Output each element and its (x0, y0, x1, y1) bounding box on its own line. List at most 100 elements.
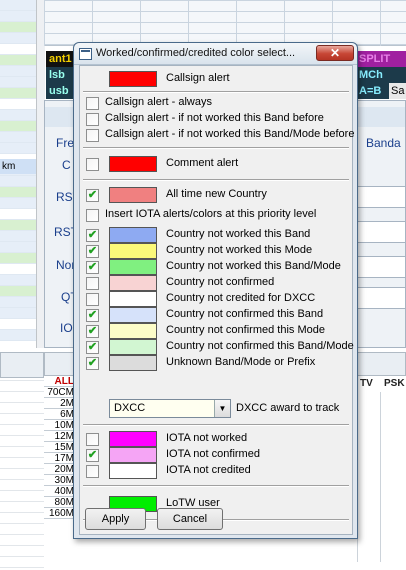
checkbox[interactable] (86, 129, 99, 142)
option-label: IOTA not worked (166, 432, 248, 444)
apply-button[interactable]: Apply (85, 508, 146, 530)
option-country-not-confirmed-mode: ✔ Country not confirmed this Mode (80, 323, 352, 339)
option-country-not-credited-dxcc: Country not credited for DXCC (80, 291, 352, 307)
color-swatch[interactable] (109, 355, 157, 371)
band-6m[interactable]: 6M (44, 409, 76, 420)
option-label: Callsign alert (166, 72, 230, 84)
color-swatch[interactable] (109, 431, 157, 447)
checkbox[interactable] (86, 113, 99, 126)
color-swatch[interactable] (109, 71, 157, 87)
checkbox[interactable]: ✔ (86, 341, 99, 354)
background-sa-button[interactable]: Sa (389, 83, 406, 99)
option-callsign-alert-band[interactable]: Callsign alert - if not worked this Band… (80, 111, 352, 127)
checkbox[interactable]: ✔ (86, 261, 99, 274)
background-lsb-label: lsb (46, 67, 74, 83)
band-80m[interactable]: 80M (44, 497, 76, 508)
separator (83, 485, 349, 487)
checkbox[interactable] (86, 209, 99, 222)
band-70cm[interactable]: 70CM (44, 387, 76, 398)
band-10m[interactable]: 10M (44, 420, 76, 431)
checkbox[interactable] (86, 433, 99, 446)
option-insert-iota[interactable]: Insert IOTA alerts/colors at this priori… (80, 207, 352, 223)
checkbox[interactable] (86, 293, 99, 306)
band-17m[interactable]: 17M (44, 453, 76, 464)
checkbox[interactable]: ✔ (86, 357, 99, 370)
option-comment-alert: Comment alert (80, 156, 352, 172)
band-160m[interactable]: 160M (44, 508, 76, 519)
checkbox[interactable] (86, 277, 99, 290)
checkbox[interactable]: ✔ (86, 245, 99, 258)
checkbox[interactable]: ✔ (86, 229, 99, 242)
option-label: Country not worked this Mode (166, 244, 313, 256)
background-split-button[interactable]: SPLIT (355, 51, 406, 67)
option-label: Country not credited for DXCC (166, 292, 316, 304)
color-swatch[interactable] (109, 323, 157, 339)
background-ab-button[interactable]: A=B (355, 83, 389, 99)
background-field-3[interactable] (355, 256, 406, 278)
background-label-iota: IO (60, 321, 73, 335)
color-swatch[interactable] (109, 275, 157, 291)
separator (83, 147, 349, 149)
background-field-2[interactable] (355, 221, 406, 243)
background-col-tv: TV (360, 378, 373, 389)
option-callsign-alert: Callsign alert (80, 71, 352, 87)
band-30m[interactable]: 30M (44, 475, 76, 486)
color-swatch[interactable] (109, 227, 157, 243)
option-label: Country not confirmed this Mode (166, 324, 325, 336)
award-select-label: DXCC award to track (236, 402, 340, 414)
background-band-column: ALL 70CM 2M 6M 10M 12M 15M 17M 20M 30M 4… (44, 376, 76, 570)
background-col-psk: PSK (384, 378, 405, 389)
chevron-down-icon[interactable]: ▼ (214, 400, 230, 417)
color-swatch[interactable] (109, 259, 157, 275)
checkbox[interactable] (86, 97, 99, 110)
checkbox[interactable]: ✔ (86, 309, 99, 322)
option-country-not-worked-band-mode: ✔ Country not worked this Band/Mode (80, 259, 352, 275)
option-label: Callsign alert - always (105, 96, 212, 108)
checkbox[interactable] (86, 465, 99, 478)
color-swatch[interactable] (109, 187, 157, 203)
option-country-not-confirmed: Country not confirmed (80, 275, 352, 291)
option-label: Country not confirmed this Band (166, 308, 324, 320)
color-select-dialog: Worked/confirmed/credited color select..… (73, 42, 358, 539)
option-country-not-worked-mode: ✔ Country not worked this Mode (80, 243, 352, 259)
band-all[interactable]: ALL (44, 376, 76, 387)
background-mch-button[interactable]: MCh (355, 67, 406, 83)
option-callsign-alert-always[interactable]: Callsign alert - always (80, 95, 352, 111)
checkbox[interactable] (86, 158, 99, 171)
band-40m[interactable]: 40M (44, 486, 76, 497)
close-button[interactable]: ✕ (316, 45, 354, 61)
color-swatch[interactable] (109, 339, 157, 355)
background-top-grid (44, 0, 406, 46)
option-country-not-confirmed-band-mode: ✔ Country not confirmed this Band/Mode (80, 339, 354, 355)
color-swatch[interactable] (109, 291, 157, 307)
background-field-1[interactable] (355, 186, 406, 208)
option-iota-not-confirmed: ✔ IOTA not confirmed (80, 447, 352, 463)
dialog-titlebar[interactable]: Worked/confirmed/credited color select..… (74, 43, 357, 65)
band-2m[interactable]: 2M (44, 398, 76, 409)
option-callsign-alert-band-mode[interactable]: Callsign alert - if not worked this Band… (80, 127, 354, 143)
award-select[interactable]: DXCC ▼ (109, 399, 231, 418)
checkbox[interactable]: ✔ (86, 449, 99, 462)
separator (83, 91, 349, 93)
background-lower-list (0, 380, 44, 570)
band-15m[interactable]: 15M (44, 442, 76, 453)
color-swatch[interactable] (109, 307, 157, 323)
option-label: Insert IOTA alerts/colors at this priori… (105, 208, 317, 220)
option-label: Country not confirmed this Band/Mode (166, 340, 354, 352)
option-label: Country not confirmed (166, 276, 275, 288)
color-swatch[interactable] (109, 156, 157, 172)
band-12m[interactable]: 12M (44, 431, 76, 442)
background-col-divider (380, 392, 381, 562)
color-swatch[interactable] (109, 463, 157, 479)
background-field-4[interactable] (355, 287, 406, 309)
color-swatch[interactable] (109, 243, 157, 259)
option-iota-not-worked: IOTA not worked (80, 431, 352, 447)
color-swatch[interactable] (109, 447, 157, 463)
band-20m[interactable]: 20M (44, 464, 76, 475)
cancel-button[interactable]: Cancel (157, 508, 223, 530)
option-label: IOTA not confirmed (166, 448, 260, 460)
option-iota-not-credited: IOTA not credited (80, 463, 352, 479)
checkbox[interactable]: ✔ (86, 189, 99, 202)
background-usb-label: usb (46, 83, 74, 99)
checkbox[interactable]: ✔ (86, 325, 99, 338)
